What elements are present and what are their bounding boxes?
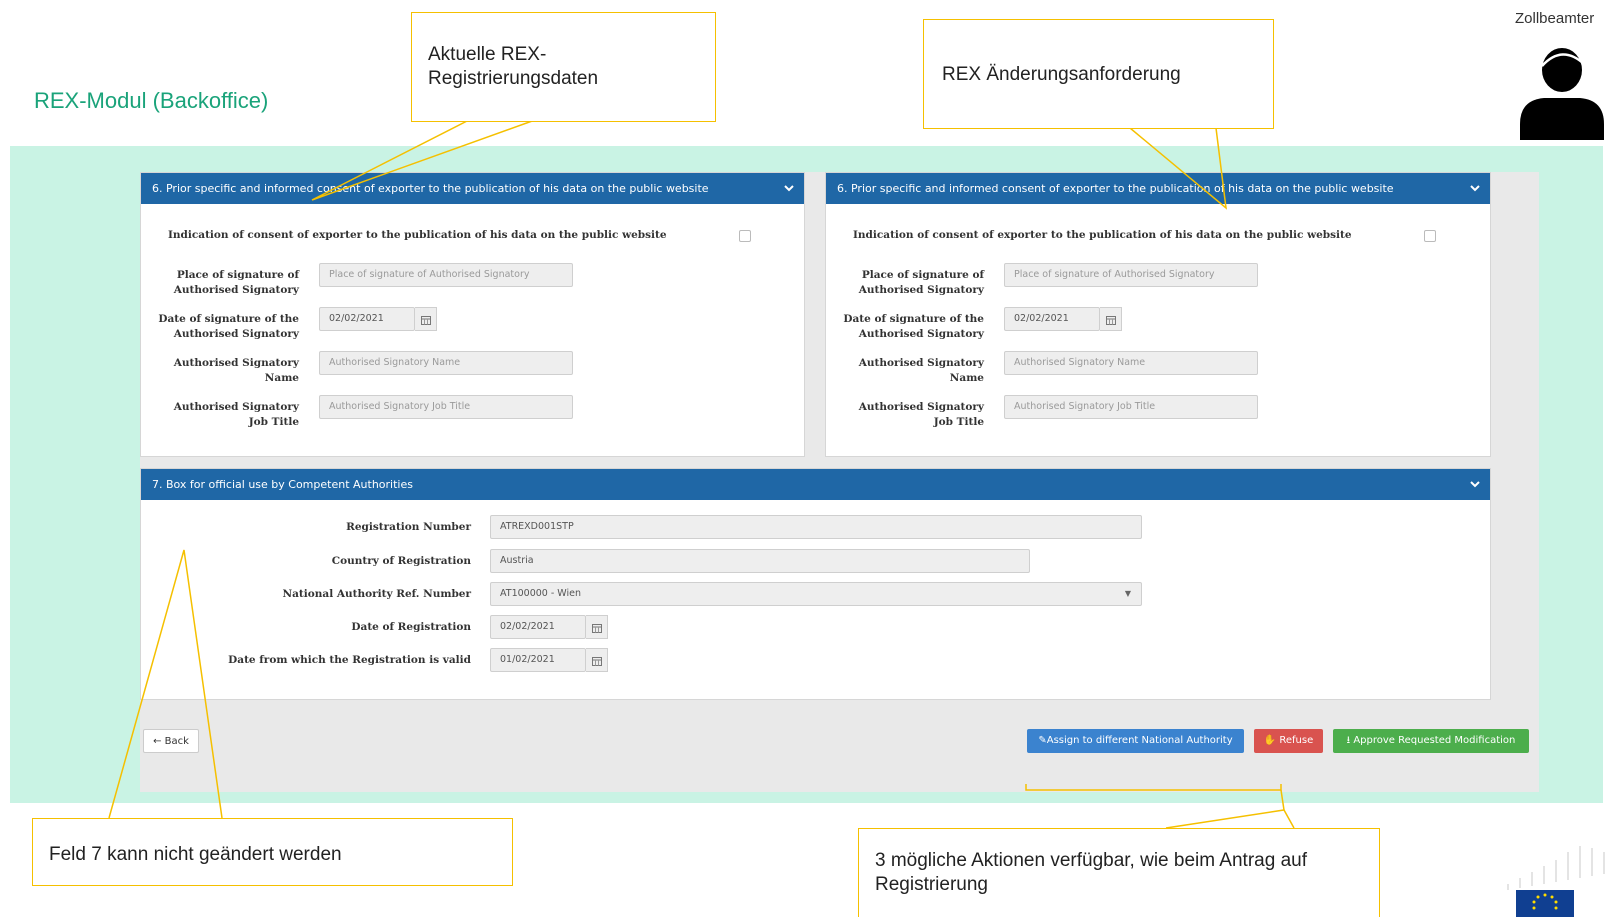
consent-checkbox[interactable] [1424, 230, 1436, 242]
role-label: Zollbeamter [1515, 10, 1595, 27]
callout-field7: Feld 7 kann nicht geändert werden [32, 818, 513, 886]
country-of-registration-label: Country of Registration [331, 555, 471, 567]
calendar-button[interactable] [415, 307, 437, 331]
signatory-name-input[interactable]: Authorised Signatory Name [319, 351, 573, 375]
valid-from-input: 01/02/2021 [490, 648, 586, 672]
consent-label: Indication of consent of exporter to the… [853, 229, 1352, 241]
chevron-down-icon[interactable] [1470, 183, 1480, 193]
current-data-panel-header[interactable]: 6. Prior specific and informed consent o… [141, 173, 804, 204]
country-of-registration-input: Austria [490, 549, 1030, 573]
national-authority-label: National Authority Ref. Number [282, 588, 471, 600]
consent-label: Indication of consent of exporter to the… [168, 229, 667, 241]
approve-modification-button-label: Approve Requested Modification [1353, 735, 1516, 746]
callout-change-request: REX Änderungsanforderung [923, 19, 1274, 129]
callout-change-request-text: REX Änderungsanforderung [942, 64, 1181, 85]
national-authority-value: AT100000 - Wien [500, 588, 581, 599]
callout-actions: 3 mögliche Aktionen verfügbar, wie beim … [858, 828, 1380, 917]
date-of-registration-input: 02/02/2021 [490, 615, 586, 639]
calendar-icon [421, 316, 431, 325]
national-authority-select[interactable]: AT100000 - Wien ▼ [490, 582, 1142, 606]
current-data-panel-title: 6. Prior specific and informed consent o… [152, 182, 709, 195]
box7-panel-title: 7. Box for official use by Competent Aut… [152, 478, 413, 491]
refuse-button[interactable]: ✋ Refuse [1254, 729, 1323, 753]
signatory-job-title-label: Authorised Signatory Job Title [858, 401, 984, 428]
signatory-job-title-input[interactable]: Authorised Signatory Job Title [319, 395, 573, 419]
calendar-button[interactable] [1100, 307, 1122, 331]
chevron-down-icon[interactable] [784, 183, 794, 193]
signatory-name-label: Authorised Signatory Name [173, 357, 299, 384]
date-of-registration-label: Date of Registration [351, 621, 471, 633]
registration-number-input: ATREXD001STP [490, 515, 1142, 539]
slide-title: REX-Modul (Backoffice) [34, 88, 269, 113]
calendar-button[interactable] [586, 615, 608, 639]
change-request-panel-title: 6. Prior specific and informed consent o… [837, 182, 1394, 195]
signatory-job-title-label: Authorised Signatory Job Title [173, 401, 299, 428]
eu-flag-icon [1507, 846, 1605, 917]
current-data-panel: 6. Prior specific and informed consent o… [140, 172, 805, 457]
calendar-icon [1106, 316, 1116, 325]
date-of-signature-label: Date of signature of the Authorised Sign… [843, 313, 984, 340]
place-of-signature-input[interactable]: Place of signature of Authorised Signato… [1004, 263, 1258, 287]
person-icon [1520, 48, 1604, 140]
box7-panel-header[interactable]: 7. Box for official use by Competent Aut… [141, 469, 1490, 500]
place-of-signature-label: Place of signature of Authorised Signato… [858, 269, 984, 296]
box7-panel: 7. Box for official use by Competent Aut… [140, 468, 1491, 700]
callout-actions-text: 3 mögliche Aktionen verfügbar, wie beim … [875, 850, 1307, 895]
signatory-name-label: Authorised Signatory Name [858, 357, 984, 384]
assign-authority-button[interactable]: ✎Assign to different National Authority [1027, 729, 1244, 753]
rex-backoffice-screen: 6. Prior specific and informed consent o… [140, 172, 1539, 792]
place-of-signature-input[interactable]: Place of signature of Authorised Signato… [319, 263, 573, 287]
date-of-signature-input[interactable]: 02/02/2021 [1004, 307, 1100, 331]
callout-current-data-text: Aktuelle REX-Registrierungsdaten [428, 44, 599, 89]
callout-current-data: Aktuelle REX-Registrierungsdaten [411, 12, 716, 122]
date-of-signature-label: Date of signature of the Authorised Sign… [158, 313, 299, 340]
pencil-icon: ✎ [1038, 735, 1047, 746]
back-button-label: Back [164, 736, 189, 747]
calendar-icon [592, 657, 602, 666]
thumbs-down-icon: ✋ [1263, 735, 1280, 746]
valid-from-label: Date from which the Registration is vali… [228, 654, 471, 666]
refuse-button-label: Refuse [1279, 735, 1314, 746]
arrow-left-icon: ← [153, 736, 165, 747]
callout-field7-text: Feld 7 kann nicht geändert werden [49, 844, 342, 865]
date-of-signature-input[interactable]: 02/02/2021 [319, 307, 415, 331]
approve-modification-button[interactable]: ⭳ Approve Requested Modification [1333, 729, 1529, 753]
back-button[interactable]: ← Back [143, 729, 199, 753]
consent-checkbox[interactable] [739, 230, 751, 242]
change-request-panel: 6. Prior specific and informed consent o… [825, 172, 1491, 457]
place-of-signature-label: Place of signature of Authorised Signato… [173, 269, 299, 296]
change-request-panel-header[interactable]: 6. Prior specific and informed consent o… [826, 173, 1490, 204]
calendar-icon [592, 624, 602, 633]
assign-authority-button-label: Assign to different National Authority [1046, 735, 1233, 746]
signatory-job-title-input[interactable]: Authorised Signatory Job Title [1004, 395, 1258, 419]
registration-number-label: Registration Number [346, 521, 471, 533]
signatory-name-input[interactable]: Authorised Signatory Name [1004, 351, 1258, 375]
chevron-down-icon[interactable] [1470, 479, 1480, 489]
calendar-button[interactable] [586, 648, 608, 672]
dropdown-caret-icon: ▼ [1124, 589, 1131, 598]
